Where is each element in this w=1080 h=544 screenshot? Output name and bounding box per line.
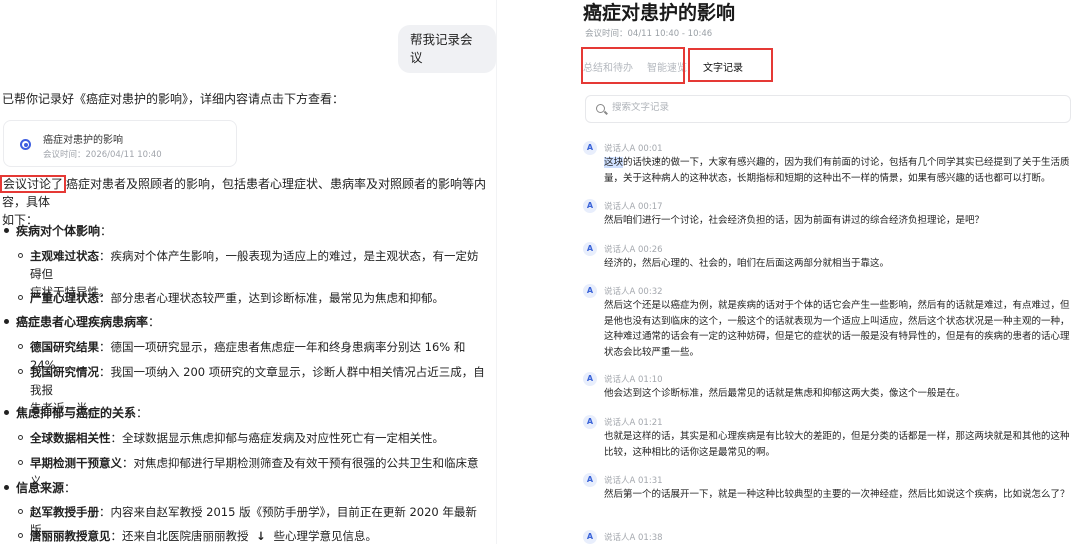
bullet-icon xyxy=(4,319,9,324)
section-heading: 信息来源： xyxy=(4,479,76,497)
highlight-box-transcript-tab xyxy=(688,48,773,82)
highlight-box-summary-tabs xyxy=(581,47,685,84)
doc-card-title: 癌症对患护的影响 xyxy=(43,135,123,146)
speaker-timestamp: 说话人A 01:31 xyxy=(604,476,663,486)
bullet-icon xyxy=(4,410,9,415)
section-heading: 疾病对个体影响： xyxy=(4,222,112,240)
summary-text-line1: 癌症对患者及照顾者的影响，包括患者心理症状、患病率及对照顾者的影响等内容，具体 xyxy=(2,177,487,209)
speaker-timestamp: 说话人A 01:10 xyxy=(604,375,663,385)
list-item: 早期检测干预意义：对焦虑抑郁进行早期检测筛查及有效干预有很强的公共卫生和临床意义… xyxy=(18,454,488,490)
speaker-avatar: A xyxy=(583,415,597,429)
circle-bullet-icon xyxy=(18,460,23,465)
speaker-timestamp: 说话人A 00:01 xyxy=(604,144,663,154)
transcript-search-input[interactable] xyxy=(612,102,1052,113)
speaker-timestamp: 说话人A 01:38 xyxy=(604,533,663,543)
speaker-avatar: A xyxy=(583,242,597,256)
speaker-timestamp: 说话人A 00:17 xyxy=(604,202,663,212)
summary-highlight-box: 会议讨论了 xyxy=(0,175,67,193)
assistant-intro-text: 已帮你记录好《癌症对患护的影响》，详细内容请点击下方查看： xyxy=(2,92,345,106)
meeting-detail-pane: 癌症对患护的影响 会议时间：04/11 10:40 - 10:46 总结和待办 … xyxy=(497,0,1080,544)
transcript-text: 经济的，然后心理的、社会的，咱们在后面这两部分就相当于靠这。 xyxy=(604,258,890,269)
circle-bullet-icon xyxy=(18,369,23,374)
speaker-avatar: A xyxy=(583,473,597,487)
list-item: 严重心理状态：部分患者心理状态较严重，达到诊断标准，最常见为焦虑和抑郁。 xyxy=(18,289,488,307)
speaker-avatar: A xyxy=(583,141,597,155)
doc-card-subtitle: 会议时间：2026/04/11 10:40 xyxy=(43,150,162,160)
page-title: 癌症对患护的影响 xyxy=(583,2,736,24)
transcript-text: 然后咱们进行一个讨论，社会经济负担的话，因为前面有讲过的综合经济负担理论，是吧？ xyxy=(604,215,985,226)
circle-bullet-icon xyxy=(18,435,23,440)
speaker-timestamp: 说话人A 01:21 xyxy=(604,418,663,428)
bullet-icon xyxy=(4,485,9,490)
speaker-timestamp: 说话人A 00:26 xyxy=(604,245,663,255)
list-item: 全球数据相关性：全球数据显示焦虑抑郁与癌症发病及对应性死亡有一定相关性。 xyxy=(18,429,488,447)
user-message-bubble: 帮我记录会议 xyxy=(398,25,496,73)
speaker-timestamp: 说话人A 00:32 xyxy=(604,287,663,297)
chat-pane: 帮我记录会议 已帮你记录好《癌症对患护的影响》，详细内容请点击下方查看： 癌症对… xyxy=(0,0,496,544)
list-item: 唐丽丽教授意见：还来自北医院唐丽丽教授 ↓ 些心理学意见信息。 xyxy=(18,527,488,544)
section-heading: 癌症患者心理疾病患病率： xyxy=(4,313,160,331)
speaker-avatar: A xyxy=(583,199,597,213)
transcript-search[interactable] xyxy=(585,95,1071,123)
circle-bullet-icon xyxy=(18,509,23,514)
circle-bullet-icon xyxy=(18,344,23,349)
circle-bullet-icon xyxy=(18,253,23,258)
section-heading: 焦虑抑郁与癌症的关系： xyxy=(4,404,148,422)
speaker-avatar: A xyxy=(583,530,597,544)
speaker-avatar: A xyxy=(583,284,597,298)
circle-bullet-icon xyxy=(18,533,23,538)
bullet-icon xyxy=(4,228,9,233)
summary-paragraph: 会议讨论了 癌症对患者及照顾者的影响，包括患者心理症状、患病率及对照顾者的影响等内… xyxy=(0,175,492,229)
transcript-text: 然后这个还是以癌症为例，就是疾病的话对于个体的话它会产生一些影响，然后有的话就是… xyxy=(604,300,1070,358)
radio-selected-icon xyxy=(20,139,31,150)
speaker-avatar: A xyxy=(583,372,597,386)
arrow-down-icon[interactable]: ↓ xyxy=(252,529,270,543)
transcript-text: 这块的话快速的做一下，大家有感兴趣的，因为我们有前面的讨论，包括有几个同学其实已… xyxy=(604,157,1070,184)
transcript-text: 他会达到这个诊断标准，然后最常见的话就是焦虑和抑郁这两大类，像这个一般是在。 xyxy=(604,388,966,399)
circle-bullet-icon xyxy=(18,295,23,300)
meeting-doc-card[interactable]: 癌症对患护的影响 会议时间：2026/04/11 10:40 xyxy=(3,120,237,167)
meeting-time: 会议时间：04/11 10:40 - 10:46 xyxy=(585,29,713,39)
transcript-text: 也就是这样的话，其实是和心理疾病是有比较大的差距的，但是分类的话都是一样，那这两… xyxy=(604,431,1070,458)
search-icon xyxy=(596,104,605,113)
transcript-text: 然后第一个的话展开一下，就是一种这种比较典型的主要的一次神经症，然后比如说这个疾… xyxy=(604,489,1070,500)
